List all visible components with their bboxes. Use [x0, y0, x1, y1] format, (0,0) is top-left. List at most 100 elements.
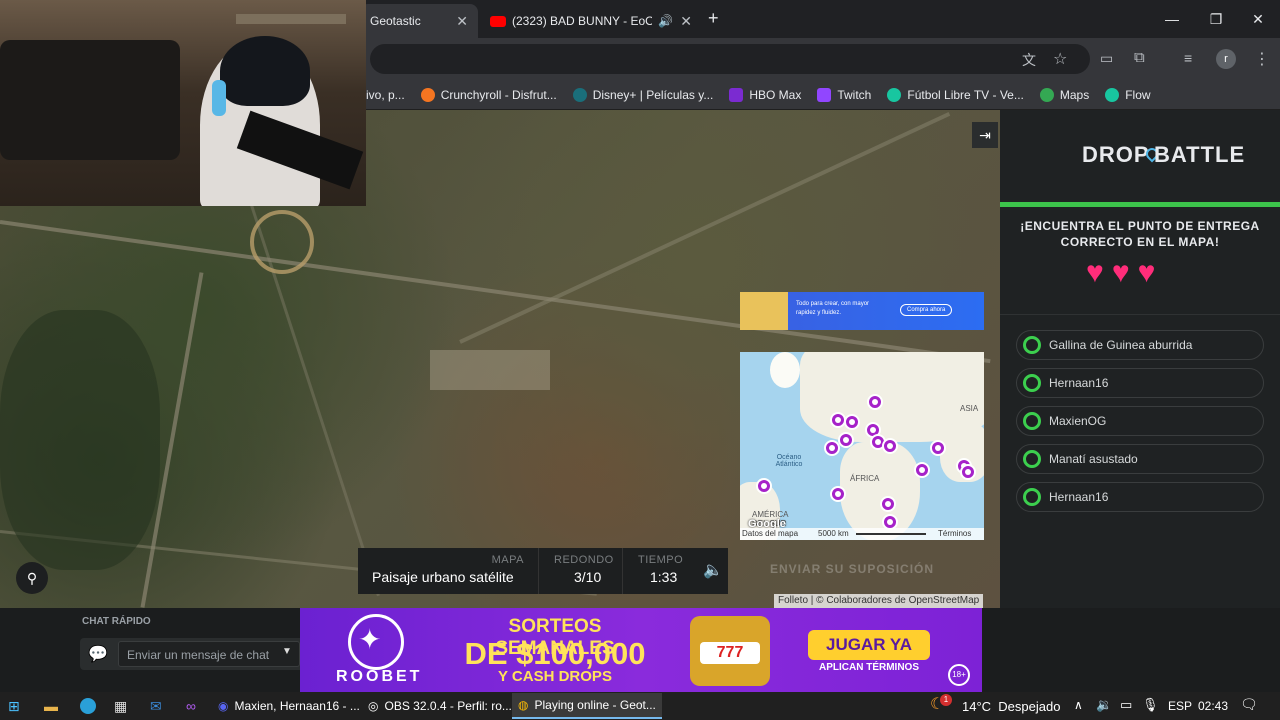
guess-minimap[interactable]: ASIA Océano Atlántico ÁFRICA AMÉRICA DEL…	[740, 352, 984, 540]
profile-avatar[interactable]: r	[1216, 49, 1236, 69]
round-value: 3/10	[574, 569, 602, 585]
player-item: Manatí asustado	[1016, 444, 1264, 474]
weather-text[interactable]: 14°C Despejado	[962, 699, 1060, 714]
close-tab-icon[interactable]: ✕	[680, 13, 692, 30]
label-ocean: Océano Atlántico	[775, 454, 803, 468]
language-indicator[interactable]: ESP	[1168, 699, 1192, 713]
bookmark-maps[interactable]: Maps	[1039, 87, 1089, 102]
store-icon[interactable]: ▦	[114, 698, 127, 715]
prompt-text: ¡ENCUENTRA EL PUNTO DE ENTREGA CORRECTO …	[1020, 219, 1260, 249]
submit-guess-button[interactable]: ENVIAR SU SUPOSICIÓN	[770, 562, 934, 576]
app-icon[interactable]: ∞	[186, 698, 196, 714]
guess-pin[interactable]	[830, 486, 846, 502]
menu-icon[interactable]: ⋮	[1254, 49, 1270, 69]
cast-icon[interactable]: ▭	[1100, 50, 1113, 67]
tab-label: Geotastic	[370, 14, 421, 28]
guess-pin[interactable]	[844, 414, 860, 430]
chat-bubble-icon: 💬	[88, 646, 108, 663]
translate-icon[interactable]: 文	[1022, 50, 1036, 70]
hbomax-icon	[729, 87, 744, 102]
chat-title: CHAT RÁPIDO	[82, 616, 151, 627]
clock[interactable]: 02:43	[1198, 699, 1228, 713]
restore-icon[interactable]: ❐	[1194, 0, 1238, 38]
map-data-link[interactable]: Datos del mapa	[742, 529, 798, 538]
guess-pin[interactable]	[880, 496, 896, 512]
heart-icon: ♥	[1111, 256, 1130, 289]
player-item: Hernaan16	[1016, 368, 1264, 398]
chevron-down-icon[interactable]: ▼	[282, 646, 292, 657]
close-tab-icon[interactable]: ✕	[456, 13, 468, 30]
terms-link[interactable]: Términos	[938, 529, 971, 538]
tab-geotastic[interactable]: Geotastic ✕	[360, 4, 478, 38]
close-window-icon[interactable]: ✕	[1236, 0, 1280, 38]
futbol-icon	[887, 87, 902, 102]
land-africa	[840, 442, 920, 540]
bookmark-twitch[interactable]: Twitch	[817, 87, 871, 102]
guess-pin[interactable]	[756, 478, 772, 494]
disney-icon	[572, 87, 587, 102]
bookmark-crunchyroll[interactable]: Crunchyroll - Disfrut...	[420, 87, 557, 102]
taskbar-app-chrome[interactable]: ◍ Playing online - Geot...	[512, 693, 662, 719]
media-icon[interactable]: ≡	[1184, 50, 1192, 66]
youtube-icon	[490, 15, 506, 27]
land-greenland	[770, 352, 800, 388]
collapse-panel-icon[interactable]: ⇥	[972, 122, 998, 148]
network-icon[interactable]: ▭	[1120, 697, 1132, 713]
sound-icon[interactable]: 🔈	[698, 554, 728, 588]
location-pin-icon[interactable]: ⚲	[16, 562, 48, 594]
scale-bar	[856, 533, 926, 535]
tab-youtube[interactable]: (2323) BAD BUNNY - EoO ( 🔊 ✕	[480, 4, 702, 38]
obs-icon: ◎	[368, 699, 379, 713]
file-explorer-icon[interactable]: ▬	[44, 698, 58, 714]
minimize-icon[interactable]: —	[1150, 0, 1194, 38]
volume-icon[interactable]: 🔉	[1096, 697, 1112, 713]
taskbar-app-discord[interactable]: ◉ Maxien, Hernaan16 - ...	[212, 693, 366, 719]
label-asia: ASIA	[960, 404, 979, 413]
chat-input-wrapper: 💬 Enviar un mensaje de chat ▼	[80, 638, 310, 670]
promo-banner[interactable]: ✦ ROOBET SORTEOS SEMANALES DE $100,000 Y…	[300, 608, 982, 692]
ad-buy-button[interactable]: Compra ahora	[900, 304, 953, 316]
new-tab-icon[interactable]: +	[708, 8, 719, 29]
terms-note: APLICAN TÉRMINOS	[819, 662, 919, 673]
extensions-icon[interactable]: ⧉	[1134, 49, 1145, 66]
mail-icon[interactable]: ✉	[150, 698, 162, 715]
url-field[interactable]	[370, 44, 1090, 74]
ad-image	[740, 292, 788, 330]
guess-pin[interactable]	[882, 438, 898, 454]
map-label: MAPA	[491, 554, 524, 566]
guess-pin[interactable]	[838, 432, 854, 448]
lives-hearts: ♥ ♥ ♥	[1082, 256, 1159, 290]
taskbar-app-obs[interactable]: ◎ OBS 32.0.4 - Perfil: ro...	[362, 693, 518, 719]
guess-pin[interactable]	[824, 440, 840, 456]
ad-banner[interactable]: Todo para crear, con mayor rapidez y flu…	[740, 292, 984, 330]
chrome-icon: ◍	[518, 698, 529, 712]
microphone-icon[interactable]: 🎙	[1142, 697, 1159, 713]
twitch-icon	[817, 87, 832, 102]
tab-label: (2323) BAD BUNNY - EoO (	[512, 14, 652, 28]
ad-text: Todo para crear, con mayor rapidez y flu…	[796, 301, 870, 316]
bookmark-futbol[interactable]: Fútbol Libre TV - Ve...	[887, 87, 1024, 102]
guess-pin[interactable]	[867, 394, 883, 410]
heart-icon: ♥	[1086, 256, 1104, 289]
chat-input[interactable]: Enviar un mensaje de chat	[118, 641, 300, 667]
guess-pin[interactable]	[930, 440, 946, 456]
guess-pin[interactable]	[914, 462, 930, 478]
chevron-up-icon[interactable]: ∧	[1074, 698, 1083, 712]
minimap-footer: Datos del mapa 5000 km Términos	[740, 528, 984, 540]
player-status-icon	[1023, 374, 1041, 392]
speaker-icon[interactable]: 🔊	[658, 14, 673, 28]
bookmark-hbomax[interactable]: HBO Max	[729, 87, 801, 102]
maps-icon	[1039, 87, 1054, 102]
player-item: Gallina de Guinea aburrida	[1016, 330, 1264, 360]
map-value: Paisaje urbano satélite	[372, 569, 514, 585]
bookmark-item[interactable]: ivo, p...	[366, 88, 405, 102]
windows-start-icon[interactable]: ⊞	[8, 698, 24, 714]
notifications-icon[interactable]: 🗨	[1240, 696, 1258, 713]
star-icon[interactable]: ☆	[1053, 49, 1067, 69]
stadium	[250, 210, 314, 274]
guess-pin[interactable]	[960, 464, 976, 480]
bookmark-flow[interactable]: Flow	[1105, 87, 1151, 102]
edge-icon[interactable]	[80, 698, 96, 714]
bookmark-disney[interactable]: Disney+ | Películas y...	[572, 87, 713, 102]
play-now-button[interactable]: JUGAR YA	[808, 630, 930, 660]
